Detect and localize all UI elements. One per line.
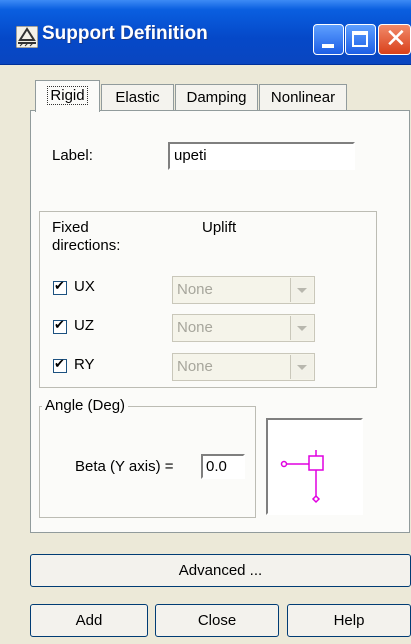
- select-value: None: [177, 281, 213, 298]
- maximize-icon: [352, 31, 368, 47]
- select-value: None: [177, 319, 213, 336]
- tab-label: Damping: [186, 89, 247, 106]
- ux-checkbox[interactable]: [53, 279, 67, 295]
- tab-label: Rigid: [47, 86, 88, 105]
- minimize-icon: [322, 44, 334, 48]
- minimize-button[interactable]: [313, 24, 344, 55]
- title-bar[interactable]: Support Definition ✕: [0, 0, 411, 65]
- angle-heading: Angle (Deg): [42, 397, 129, 414]
- uplift-heading: Uplift: [202, 219, 237, 236]
- label-caption: Label:: [52, 147, 93, 164]
- tab-label: Elastic: [115, 89, 160, 106]
- ux-label: UX: [74, 278, 95, 295]
- ux-uplift-select[interactable]: None: [172, 276, 315, 304]
- ry-checkbox[interactable]: [53, 357, 67, 373]
- close-button[interactable]: Close: [155, 604, 279, 637]
- tab-label: Nonlinear: [270, 89, 336, 106]
- uz-checkbox[interactable]: [53, 318, 67, 334]
- tab-damping[interactable]: Damping: [175, 84, 258, 111]
- ry-uplift-select[interactable]: None: [172, 353, 315, 381]
- maximize-button[interactable]: [345, 24, 376, 55]
- dropdown-arrow-icon: [290, 355, 313, 379]
- uz-uplift-select[interactable]: None: [172, 314, 315, 342]
- support-symbol-icon: [280, 450, 324, 504]
- dropdown-arrow-icon: [290, 278, 313, 302]
- dropdown-arrow-icon: [290, 316, 313, 340]
- help-button[interactable]: Help: [287, 604, 411, 637]
- advanced-button[interactable]: Advanced ...: [30, 554, 411, 587]
- tab-elastic[interactable]: Elastic: [101, 84, 174, 111]
- window-title: Support Definition: [42, 23, 208, 44]
- close-window-button[interactable]: ✕: [378, 24, 411, 55]
- uz-label: UZ: [74, 317, 94, 334]
- beta-label: Beta (Y axis) =: [75, 458, 174, 475]
- close-icon: ✕: [385, 24, 407, 54]
- fixed-directions-heading: Fixed directions:: [52, 219, 121, 254]
- support-definition-dialog: Support Definition ✕ Rigid Elastic Dampi…: [0, 0, 411, 644]
- ry-label: RY: [74, 356, 95, 373]
- label-input[interactable]: upeti: [168, 142, 355, 170]
- support-preview: [266, 418, 363, 515]
- select-value: None: [177, 358, 213, 375]
- beta-input[interactable]: 0.0: [201, 454, 245, 479]
- add-button[interactable]: Add: [30, 604, 148, 637]
- tab-nonlinear[interactable]: Nonlinear: [259, 84, 347, 111]
- tab-rigid[interactable]: Rigid: [35, 80, 100, 112]
- support-app-icon: [16, 26, 38, 48]
